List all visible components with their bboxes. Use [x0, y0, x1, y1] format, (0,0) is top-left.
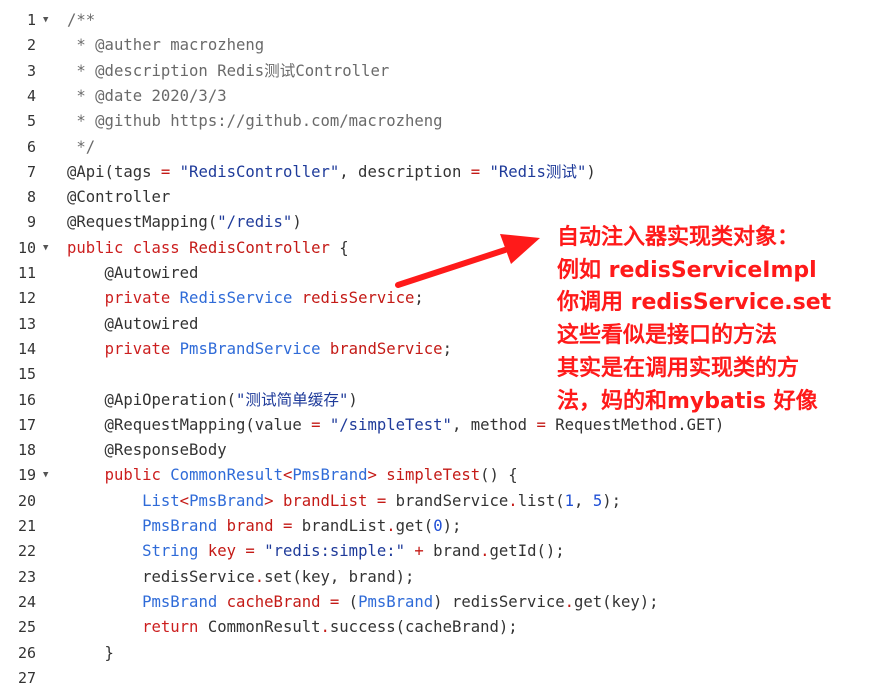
annotation-line: 你调用 redisService.set	[557, 290, 832, 316]
annotation-line: 自动注入器实现类对象：	[557, 225, 800, 250]
annotation-line: 其实是在调用实现类的方	[557, 355, 800, 381]
annotation-line: 例如 redisServiceImpl	[557, 257, 817, 283]
annotation-line: 法，妈的和mybatis 好像	[557, 388, 818, 414]
annotation-note: 自动注入器实现类对象： 例如 redisServiceImpl 你调用 redisS…	[557, 222, 877, 418]
annotation-line: 这些看似是接口的方法	[557, 323, 778, 349]
